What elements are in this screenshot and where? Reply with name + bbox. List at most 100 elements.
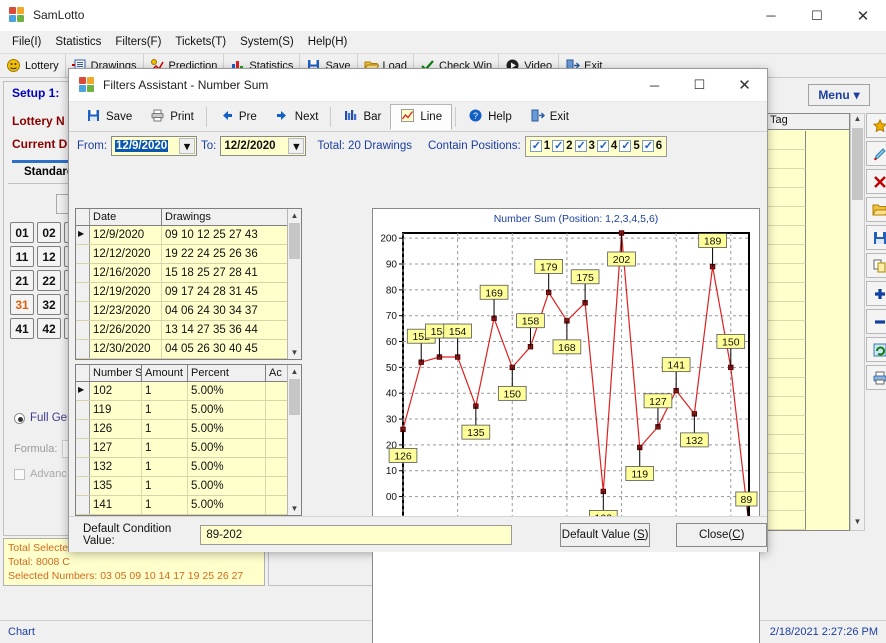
- minimize-icon[interactable]: ─: [748, 0, 794, 31]
- column-header-percent[interactable]: Percent: [188, 365, 266, 381]
- refresh-icon[interactable]: [866, 337, 886, 362]
- from-date-select[interactable]: 12/9/2020 ▾: [111, 136, 198, 156]
- menu-dropdown-button[interactable]: Menu ▾: [808, 84, 870, 106]
- default-value-button[interactable]: Default Value (S): [559, 522, 651, 547]
- dialog-bar-chart-button[interactable]: Bar: [334, 104, 390, 130]
- dialog-help-button[interactable]: ? Help: [459, 104, 521, 130]
- row-selector[interactable]: [76, 245, 90, 263]
- table-row[interactable]: 12/19/2020 09 17 24 28 31 45: [76, 283, 301, 302]
- menu-filters[interactable]: Filters(F): [111, 34, 171, 50]
- tag-row[interactable]: [767, 473, 806, 492]
- star-icon[interactable]: [866, 113, 886, 138]
- scroll-down-icon[interactable]: ▼: [288, 346, 301, 359]
- checkbox-icon[interactable]: [596, 139, 609, 152]
- scroll-thumb[interactable]: [289, 379, 300, 415]
- minimize-icon[interactable]: ─: [632, 69, 677, 102]
- tag-row[interactable]: [767, 397, 806, 416]
- table-row[interactable]: 141 1 5.00%: [76, 496, 301, 515]
- close-icon[interactable]: ✕: [722, 69, 767, 102]
- close-icon[interactable]: ✕: [840, 0, 886, 31]
- menu-tickets[interactable]: Tickets(T): [171, 34, 236, 50]
- scroll-up-icon[interactable]: ▲: [288, 365, 301, 378]
- table-row[interactable]: 12/30/2020 04 05 26 30 40 45: [76, 340, 301, 359]
- tag-row[interactable]: [767, 207, 806, 226]
- checkbox-icon[interactable]: [529, 139, 542, 152]
- tag-row[interactable]: [767, 245, 806, 264]
- number-cell[interactable]: 12: [37, 246, 61, 267]
- drawings-grid[interactable]: Date Drawings 12/9/2020 09 10 12 25 27 4…: [75, 208, 302, 360]
- full-generation-radio[interactable]: Full Ger: [14, 412, 71, 424]
- number-cell[interactable]: 32: [37, 294, 61, 315]
- tag-row[interactable]: [767, 511, 806, 530]
- table-row[interactable]: 12/16/2020 15 18 25 27 28 41: [76, 264, 301, 283]
- tag-row[interactable]: [767, 226, 806, 245]
- tag-row[interactable]: [767, 378, 806, 397]
- tag-row[interactable]: [767, 454, 806, 473]
- dialog-next-button[interactable]: Next: [266, 104, 328, 130]
- tag-row[interactable]: [767, 150, 806, 169]
- position-checkbox-6[interactable]: 6: [641, 139, 662, 152]
- to-date-select[interactable]: 12/2/2020 ▾: [220, 136, 307, 156]
- table-row[interactable]: 135 1 5.00%: [76, 477, 301, 496]
- row-selector[interactable]: [76, 458, 90, 476]
- number-cell[interactable]: 41: [10, 318, 34, 339]
- table-row[interactable]: 12/9/2020 09 10 12 25 27 43: [76, 226, 301, 245]
- row-selector[interactable]: [76, 382, 90, 400]
- number-sum-chart[interactable]: Number Sum (Position: 1,2,3,4,5,6) 90 00 10…: [372, 208, 760, 643]
- position-checkbox-1[interactable]: 1: [529, 139, 550, 152]
- row-selector[interactable]: [76, 420, 90, 438]
- menu-system[interactable]: System(S): [236, 34, 304, 50]
- chevron-down-icon[interactable]: ▾: [179, 138, 196, 154]
- checkbox-icon[interactable]: [641, 139, 654, 152]
- row-selector[interactable]: [76, 340, 90, 358]
- checkbox-icon[interactable]: [619, 139, 632, 152]
- table-row[interactable]: 126 1 5.00%: [76, 420, 301, 439]
- column-header-number-sum[interactable]: Number S: [90, 365, 142, 381]
- row-selector[interactable]: [76, 477, 90, 495]
- row-selector[interactable]: [76, 401, 90, 419]
- column-header-drawings[interactable]: Drawings: [162, 209, 288, 225]
- row-selector[interactable]: [76, 283, 90, 301]
- tag-row[interactable]: [767, 169, 806, 188]
- position-checkbox-3[interactable]: 3: [574, 139, 595, 152]
- pencil-icon[interactable]: [866, 141, 886, 166]
- add-icon[interactable]: [866, 281, 886, 306]
- toolbar-lottery[interactable]: Lottery: [0, 54, 66, 77]
- chevron-down-icon[interactable]: ▾: [288, 138, 305, 154]
- dialog-print-button[interactable]: Print: [141, 104, 203, 130]
- scroll-down-icon[interactable]: ▼: [288, 502, 301, 515]
- position-checkbox-5[interactable]: 5: [619, 139, 640, 152]
- dialog-exit-button[interactable]: Exit: [521, 104, 578, 130]
- copy-icon[interactable]: [866, 253, 886, 278]
- tag-row[interactable]: [767, 416, 806, 435]
- stats-grid-scrollbar[interactable]: ▲ ▼: [287, 365, 301, 515]
- row-selector[interactable]: [76, 321, 90, 339]
- table-row[interactable]: 12/23/2020 04 06 24 30 34 37: [76, 302, 301, 321]
- tag-row[interactable]: [767, 188, 806, 207]
- tag-row[interactable]: [767, 359, 806, 378]
- number-cell[interactable]: 42: [37, 318, 61, 339]
- tag-grid-scrollbar[interactable]: ▲ ▼: [850, 113, 865, 531]
- table-row[interactable]: 12/12/2020 19 22 24 25 26 36: [76, 245, 301, 264]
- dialog-prev-button[interactable]: Pre: [210, 104, 266, 130]
- delete-icon[interactable]: [866, 169, 886, 194]
- print-icon[interactable]: [866, 365, 886, 390]
- scroll-thumb[interactable]: [289, 223, 300, 259]
- position-checkbox-4[interactable]: 4: [596, 139, 617, 152]
- maximize-icon[interactable]: ☐: [794, 0, 840, 31]
- dialog-save-button[interactable]: Save: [77, 104, 141, 130]
- column-header-amount[interactable]: Amount: [142, 365, 188, 381]
- number-sum-stats-grid[interactable]: Number S Amount Percent Ac 102 1 5.00% 1…: [75, 364, 302, 516]
- tag-row[interactable]: [767, 492, 806, 511]
- open-folder-icon[interactable]: [866, 197, 886, 222]
- close-button[interactable]: Close(C): [676, 522, 767, 547]
- scroll-down-icon[interactable]: ▼: [851, 517, 864, 530]
- row-selector[interactable]: [76, 264, 90, 282]
- number-cell[interactable]: 11: [10, 246, 34, 267]
- scroll-thumb[interactable]: [852, 128, 863, 200]
- row-selector[interactable]: [76, 302, 90, 320]
- tag-row[interactable]: [767, 264, 806, 283]
- menu-file[interactable]: File(I): [8, 34, 51, 50]
- menu-statistics[interactable]: Statistics: [51, 34, 111, 50]
- maximize-icon[interactable]: ☐: [677, 69, 722, 102]
